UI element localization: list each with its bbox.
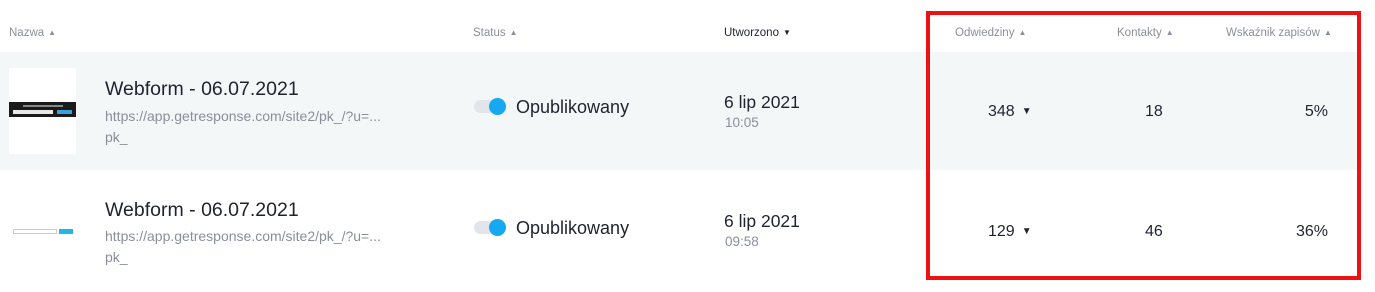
sort-down-icon: ▼ (782, 28, 791, 37)
thumbnail-button (57, 110, 72, 114)
webform-url-line2: pk_ (105, 129, 128, 145)
highlight-box (926, 11, 1361, 280)
toggle-knob (489, 219, 506, 236)
column-header-name[interactable]: Nazwa ▲ (9, 27, 56, 39)
header-created-label: Utworzono (724, 27, 779, 39)
webform-url-line1: https://app.getresponse.com/site2/pk_/?u… (105, 108, 381, 124)
thumbnail-button (59, 229, 73, 234)
thumbnail-field (13, 110, 53, 114)
webform-url[interactable]: https://app.getresponse.com/site2/pk_/?u… (105, 106, 381, 148)
header-status-label: Status (473, 27, 506, 39)
created-date: 6 lip 2021 (724, 211, 800, 231)
created-date: 6 lip 2021 (724, 92, 800, 112)
created-time: 10:05 (725, 115, 759, 130)
toggle-knob (489, 98, 506, 115)
webform-thumbnail[interactable] (9, 68, 76, 154)
webform-url[interactable]: https://app.getresponse.com/site2/pk_/?u… (105, 226, 381, 268)
sort-up-icon: ▲ (509, 28, 518, 37)
created-time: 09:58 (725, 234, 759, 249)
column-header-status[interactable]: Status ▲ (473, 27, 518, 39)
publish-toggle[interactable] (474, 219, 506, 236)
status-label: Opublikowany (516, 218, 630, 238)
thumbnail-line (23, 105, 63, 107)
webform-url-line2: pk_ (105, 249, 128, 265)
sort-up-icon: ▲ (48, 28, 57, 37)
column-header-created[interactable]: Utworzono ▼ (724, 27, 791, 39)
webform-url-line1: https://app.getresponse.com/site2/pk_/?u… (105, 228, 381, 244)
thumbnail-field (13, 229, 57, 234)
status-label: Opublikowany (516, 97, 630, 117)
webform-thumbnail[interactable] (9, 188, 76, 274)
webform-title[interactable]: Webform - 06.07.2021 (105, 199, 299, 222)
webform-title[interactable]: Webform - 06.07.2021 (105, 78, 299, 101)
publish-toggle[interactable] (474, 98, 506, 115)
header-name-label: Nazwa (9, 27, 45, 39)
